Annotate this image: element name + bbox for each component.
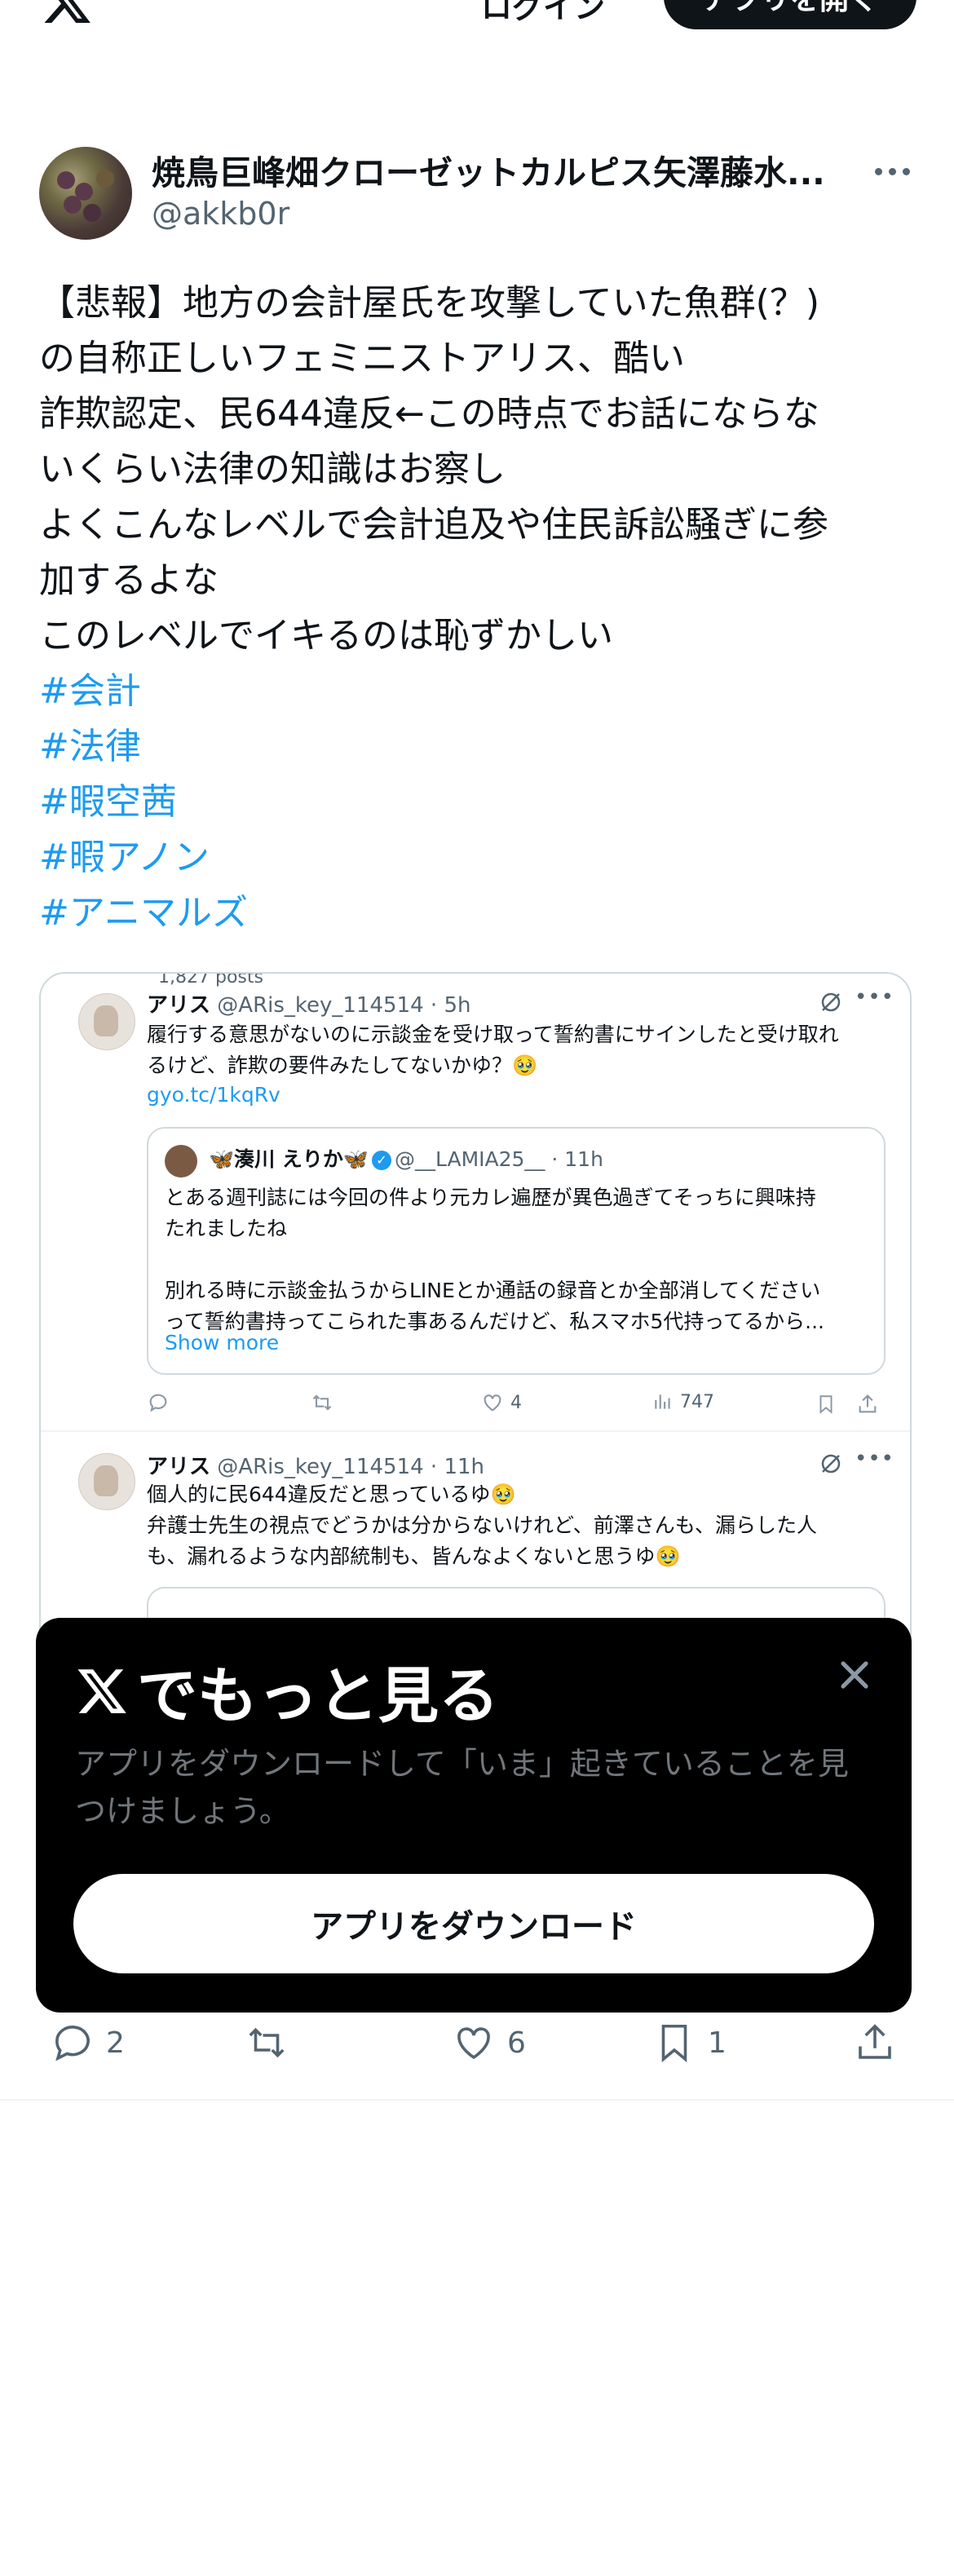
avatar xyxy=(165,1145,197,1178)
reply-actions: 4 747 xyxy=(147,1391,910,1421)
post-text-line: の自称正しいフェミニストアリス、酷い xyxy=(39,338,685,379)
post-text-line: 【悲報】地方の会計屋氏を攻撃していた魚群(？) xyxy=(39,282,820,324)
hashtag-link[interactable]: #暇アノン xyxy=(39,830,920,886)
post-text-line: よくこんなレベルで会計追及や住民訴訟騒ぎに参 xyxy=(39,504,828,546)
download-app-sheet: でもっと見る アプリをダウンロードして「いま」起きていることを見つけましょう。 … xyxy=(36,1618,912,2013)
quoted-author: 🦋湊川 えりか🦋 ✓ @__LAMIA25__ · 11h xyxy=(209,1143,603,1173)
sheet-title-text: でもっと見る xyxy=(137,1661,499,1731)
bookmark-button[interactable]: 1 xyxy=(652,2014,727,2071)
quoted-author-name: 🦋湊川 えりか🦋 xyxy=(209,1147,369,1171)
x-logo-icon[interactable] xyxy=(41,0,93,28)
more-options-icon: ••• xyxy=(855,985,895,1010)
post-actions: 2 6 1 xyxy=(0,2014,954,2071)
quoted-text-line: とある週刊誌には今回の件より元カレ遍歴が異色過ぎてそっちに興味持 xyxy=(165,1186,816,1209)
quoted-author-meta: @__LAMIA25__ · 11h xyxy=(394,1147,603,1171)
posts-count: 1,827 posts xyxy=(158,972,263,988)
open-app-button[interactable]: アプリを開く xyxy=(664,0,916,29)
reply-author-name: アリス xyxy=(147,1455,211,1479)
share-icon xyxy=(859,1394,877,1413)
reply-count: 2 xyxy=(106,2026,125,2060)
comment-icon xyxy=(149,1394,167,1412)
hashtag-link[interactable]: #暇空茜 xyxy=(39,775,920,830)
repost-button[interactable] xyxy=(245,2014,300,2071)
view-count-value: 747 xyxy=(680,1391,714,1412)
post-text-line: 詐欺認定、民644違反←この時点でお話にならな xyxy=(39,393,819,435)
views-icon xyxy=(655,1394,670,1409)
reply-text-line: 弁護士先生の視点でどうかは分からないけれど、前澤さんも、漏らした人 xyxy=(147,1513,818,1537)
like-count: 4 xyxy=(481,1391,522,1414)
divider xyxy=(0,2099,954,2101)
reply-link: gyo.tc/1kqRv xyxy=(147,1083,280,1107)
download-app-button[interactable]: アプリをダウンロード xyxy=(73,1874,874,1973)
heart-icon xyxy=(457,2027,490,2060)
grok-icon xyxy=(821,1454,841,1474)
hashtag-link[interactable]: #会計 xyxy=(39,664,920,719)
like-button[interactable]: 6 xyxy=(452,2014,526,2071)
login-link[interactable]: ログイン xyxy=(481,0,605,27)
quoted-text-line: たれましたね xyxy=(165,1217,288,1240)
sheet-title: でもっと見る xyxy=(75,1647,499,1734)
post-text-line: 加するよな xyxy=(39,559,219,601)
share-button[interactable] xyxy=(853,2014,897,2071)
avatar xyxy=(78,993,135,1050)
quoted-text-line xyxy=(165,1244,824,1275)
bookmark-icon xyxy=(661,2024,687,2063)
reply-author-name: アリス xyxy=(147,993,211,1018)
repost-icon xyxy=(312,1394,332,1411)
reply-text-line: も、漏れるような内部統制も、皆んなよくないと思うゆ🥹 xyxy=(147,1544,681,1568)
more-options-icon: ••• xyxy=(855,1447,895,1471)
top-bar: ログイン アプリを開く xyxy=(0,0,954,49)
quoted-text: とある週刊誌には今回の件より元カレ遍歴が異色過ぎてそっちに興味持 たれましたね … xyxy=(165,1182,824,1337)
close-icon[interactable] xyxy=(832,1652,877,1698)
reply-text: 履行する意思がないのに示談金を受け取って誓約書にサインしたと受け取れ るけど、詐… xyxy=(147,1019,839,1081)
show-more-link: Show more xyxy=(165,1331,280,1354)
heart-icon xyxy=(484,1394,501,1412)
author-name[interactable]: 焼鳥巨峰畑クローゼットカルピス矢澤藤水... xyxy=(152,145,845,194)
like-count: 6 xyxy=(507,2026,526,2060)
share-icon xyxy=(859,2024,891,2059)
view-count: 747 xyxy=(652,1391,714,1412)
post-text-line: このレベルでイキるのは恥ずかしい xyxy=(39,615,613,656)
hashtag-link[interactable]: #法律 xyxy=(39,719,920,775)
reply-text-line: 履行する意思がないのに示談金を受け取って誓約書にサインしたと受け取れ xyxy=(147,1023,839,1046)
reply-author: アリス @ARis_key_114514 · 11h xyxy=(147,1450,484,1480)
bookmark-icon xyxy=(819,1395,833,1414)
post-text-line: いくらい法律の知識はお察し xyxy=(39,448,506,490)
reply-text: 個人的に民644違反だと思っているゆ🥹 弁護士先生の視点でどうかは分からないけれ… xyxy=(147,1479,817,1572)
sheet-subtitle: アプリをダウンロードして「いま」起きていることを見つけましょう。 xyxy=(75,1746,849,1829)
reply-count xyxy=(147,1391,170,1414)
post-text: 【悲報】地方の会計屋氏を攻撃していた魚群(？) の自称正しいフェミニストアリス、… xyxy=(39,276,920,941)
reply-text-line: 個人的に民644違反だと思っているゆ🥹 xyxy=(147,1482,516,1506)
reply-button[interactable]: 2 xyxy=(51,2014,125,2071)
repost-icon xyxy=(249,2027,285,2058)
reply-text-line: るけど、詐欺の要件みたしてないかゆ？🥹 xyxy=(147,1054,538,1077)
hashtag-link[interactable]: #アニマルズ xyxy=(39,886,920,941)
x-logo-icon xyxy=(77,1668,126,1713)
comment-icon xyxy=(55,2026,90,2061)
reply-author-meta: @ARis_key_114514 · 11h xyxy=(217,1455,485,1479)
quoted-post: 🦋湊川 えりか🦋 ✓ @__LAMIA25__ · 11h とある週刊誌には今回の件… xyxy=(147,1127,886,1375)
bookmark-count: 1 xyxy=(708,2026,727,2060)
like-count-value: 4 xyxy=(510,1392,522,1413)
divider xyxy=(41,1430,910,1432)
attached-image[interactable]: 1,827 posts アリス @ARis_key_114514 · 5h ••… xyxy=(39,972,912,1709)
author-handle[interactable]: @akkb0r xyxy=(152,196,289,232)
more-options-icon[interactable] xyxy=(869,155,915,188)
repost-count xyxy=(310,1391,334,1414)
quoted-text-line: 別れる時に示談金払うからLINEとか通話の録音とか全部消してください xyxy=(165,1279,821,1302)
reply-author-meta: @ARis_key_114514 · 5h xyxy=(217,993,471,1018)
grok-icon xyxy=(821,992,841,1012)
avatar[interactable] xyxy=(39,147,132,240)
verified-badge-icon: ✓ xyxy=(371,1151,391,1170)
reply-author: アリス @ARis_key_114514 · 5h xyxy=(147,988,470,1018)
avatar xyxy=(78,1453,135,1510)
